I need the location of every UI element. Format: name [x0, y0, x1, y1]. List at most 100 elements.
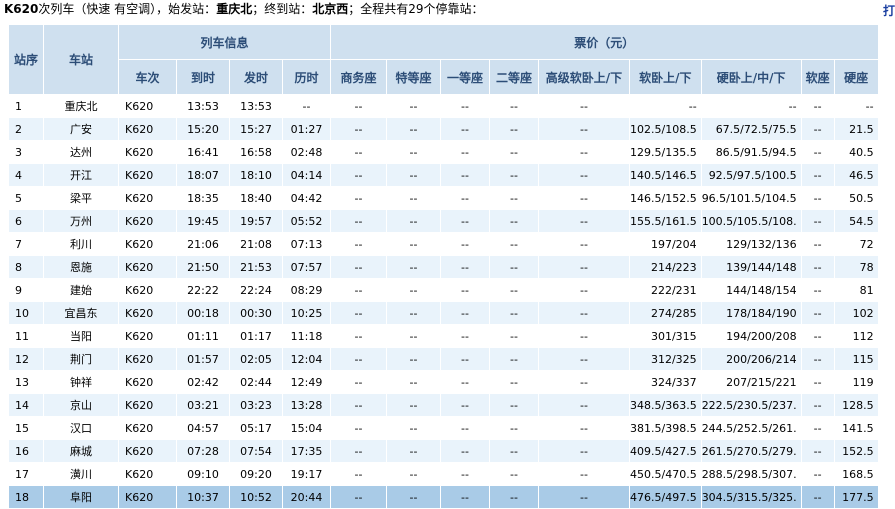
- train-cell: K620: [118, 347, 177, 371]
- soft-sleeper-cell: 102.5/108.5: [629, 117, 702, 141]
- table-row[interactable]: 18 阜阳 K620 10:37 10:52 20:44 -- -- -- -- -- 476.5/4…: [8, 485, 879, 509]
- hard-seat-cell: 102: [833, 301, 879, 325]
- station-cell: 恩施: [43, 255, 119, 279]
- arrival-cell: 19:45: [176, 209, 230, 233]
- table-row[interactable]: 2 广安 K620 15:20 15:27 01:27 -- -- -- -- -- 102.5/10…: [8, 117, 879, 141]
- col-header-soft-seat: 软座: [800, 59, 835, 95]
- soft-seat-cell: --: [800, 232, 835, 256]
- train-cell: K620: [118, 163, 177, 187]
- first-class-cell: --: [440, 439, 490, 463]
- seq-cell: 14: [8, 393, 44, 417]
- top-right-link[interactable]: 打: [883, 2, 895, 19]
- arrival-cell: 03:21: [176, 393, 230, 417]
- train-cell: K620: [118, 462, 177, 486]
- hard-seat-cell: 152.5: [833, 439, 879, 463]
- station-cell: 达州: [43, 140, 119, 164]
- table-row[interactable]: 8 恩施 K620 21:50 21:53 07:57 -- -- -- -- -- 214/223 1…: [8, 255, 879, 279]
- table-row[interactable]: 16 麻城 K620 07:28 07:54 17:35 -- -- -- -- -- 409.5/4…: [8, 439, 879, 463]
- table-row[interactable]: 3 达州 K620 16:41 16:58 02:48 -- -- -- -- -- 129.5/13…: [8, 140, 879, 164]
- train-cell: K620: [118, 255, 177, 279]
- business-seat-cell: --: [330, 301, 387, 325]
- col-header-duration: 历时: [282, 59, 331, 95]
- arrival-cell: 16:41: [176, 140, 230, 164]
- business-seat-cell: --: [330, 255, 387, 279]
- seq-cell: 8: [8, 255, 44, 279]
- second-class-cell: --: [489, 347, 539, 371]
- table-row[interactable]: 6 万州 K620 19:45 19:57 05:52 -- -- -- -- -- 155.5/16…: [8, 209, 879, 233]
- premium-seat-cell: --: [386, 255, 441, 279]
- first-class-cell: --: [440, 232, 490, 256]
- col-header-first-class: 一等座: [440, 59, 490, 95]
- table-row[interactable]: 15 汉口 K620 04:57 05:17 15:04 -- -- -- -- -- 381.5/3…: [8, 416, 879, 440]
- seq-cell: 15: [8, 416, 44, 440]
- table-row[interactable]: 4 开江 K620 18:07 18:10 04:14 -- -- -- -- -- 140.5/14…: [8, 163, 879, 187]
- first-class-cell: --: [440, 485, 490, 509]
- table-row[interactable]: 11 当阳 K620 01:11 01:17 11:18 -- -- -- -- -- 301/315…: [8, 324, 879, 348]
- soft-seat-cell: --: [800, 186, 835, 210]
- departure-cell: 21:08: [229, 232, 283, 256]
- hard-sleeper-cell: 222.5/230.5/237.: [700, 393, 802, 417]
- train-cell: K620: [118, 186, 177, 210]
- hard-seat-cell: 46.5: [833, 163, 879, 187]
- station-cell: 万州: [43, 209, 119, 233]
- premium-seat-cell: --: [386, 163, 441, 187]
- business-seat-cell: --: [330, 439, 387, 463]
- departure-cell: 16:58: [229, 140, 283, 164]
- soft-sleeper-cell: 381.5/398.5: [629, 416, 702, 440]
- second-class-cell: --: [489, 186, 539, 210]
- soft-seat-cell: --: [800, 209, 835, 233]
- seq-cell: 16: [8, 439, 44, 463]
- train-cell: K620: [118, 117, 177, 141]
- table-row[interactable]: 14 京山 K620 03:21 03:23 13:28 -- -- -- -- -- 348.5/3…: [8, 393, 879, 417]
- table-row[interactable]: 10 宜昌东 K620 00:18 00:30 10:25 -- -- -- -- -- 274/28…: [8, 301, 879, 325]
- duration-cell: 12:49: [282, 370, 331, 394]
- col-header-hard-sleeper: 硬卧上/中/下: [700, 59, 802, 95]
- business-seat-cell: --: [330, 186, 387, 210]
- business-seat-cell: --: [330, 347, 387, 371]
- departure-cell: 15:27: [229, 117, 283, 141]
- second-class-cell: --: [489, 209, 539, 233]
- second-class-cell: --: [489, 462, 539, 486]
- first-class-cell: --: [440, 117, 490, 141]
- table-row[interactable]: 17 潢川 K620 09:10 09:20 19:17 -- -- -- -- -- 450.5/4…: [8, 462, 879, 486]
- seq-cell: 10: [8, 301, 44, 325]
- stop-count-text: ；全程共有29个停靠站：: [348, 2, 484, 16]
- first-class-cell: --: [440, 370, 490, 394]
- table-row[interactable]: 12 荆门 K620 01:57 02:05 12:04 -- -- -- -- -- 312/325…: [8, 347, 879, 371]
- premium-seat-cell: --: [386, 186, 441, 210]
- station-cell: 当阳: [43, 324, 119, 348]
- hard-seat-cell: 168.5: [833, 462, 879, 486]
- table-row[interactable]: 9 建始 K620 22:22 22:24 08:29 -- -- -- -- -- 222/231 1…: [8, 278, 879, 302]
- deluxe-sleeper-cell: --: [538, 117, 630, 141]
- departure-cell: 02:05: [229, 347, 283, 371]
- deluxe-sleeper-cell: --: [538, 301, 630, 325]
- table-row[interactable]: 5 梁平 K620 18:35 18:40 04:42 -- -- -- -- -- 146.5/15…: [8, 186, 879, 210]
- station-cell: 重庆北: [43, 94, 119, 118]
- table-row[interactable]: 1 重庆北 K620 13:53 13:53 -- -- -- -- -- -- -- -- -- --: [8, 94, 879, 118]
- table-row[interactable]: 7 利川 K620 21:06 21:08 07:13 -- -- -- -- -- 197/204 1…: [8, 232, 879, 256]
- station-cell: 梁平: [43, 186, 119, 210]
- soft-seat-cell: --: [800, 278, 835, 302]
- col-header-second-class: 二等座: [489, 59, 539, 95]
- deluxe-sleeper-cell: --: [538, 347, 630, 371]
- table-row[interactable]: 13 钟祥 K620 02:42 02:44 12:49 -- -- -- -- -- 324/337…: [8, 370, 879, 394]
- separator-text: ；终到站：: [252, 2, 313, 16]
- departure-cell: 03:23: [229, 393, 283, 417]
- hard-seat-cell: 21.5: [833, 117, 879, 141]
- deluxe-sleeper-cell: --: [538, 393, 630, 417]
- train-number: K620: [4, 2, 39, 16]
- col-header-departure: 发时: [229, 59, 283, 95]
- first-class-cell: --: [440, 209, 490, 233]
- arrival-cell: 21:06: [176, 232, 230, 256]
- first-class-cell: --: [440, 255, 490, 279]
- deluxe-sleeper-cell: --: [538, 462, 630, 486]
- train-cell: K620: [118, 416, 177, 440]
- hard-sleeper-cell: 100.5/105.5/108.: [700, 209, 802, 233]
- station-cell: 钟祥: [43, 370, 119, 394]
- header-station: 车站: [43, 24, 119, 95]
- hard-seat-cell: 54.5: [833, 209, 879, 233]
- col-header-deluxe-sleeper: 高级软卧上/下: [538, 59, 630, 95]
- premium-seat-cell: --: [386, 232, 441, 256]
- hard-sleeper-cell: 261.5/270.5/279.: [700, 439, 802, 463]
- first-class-cell: --: [440, 140, 490, 164]
